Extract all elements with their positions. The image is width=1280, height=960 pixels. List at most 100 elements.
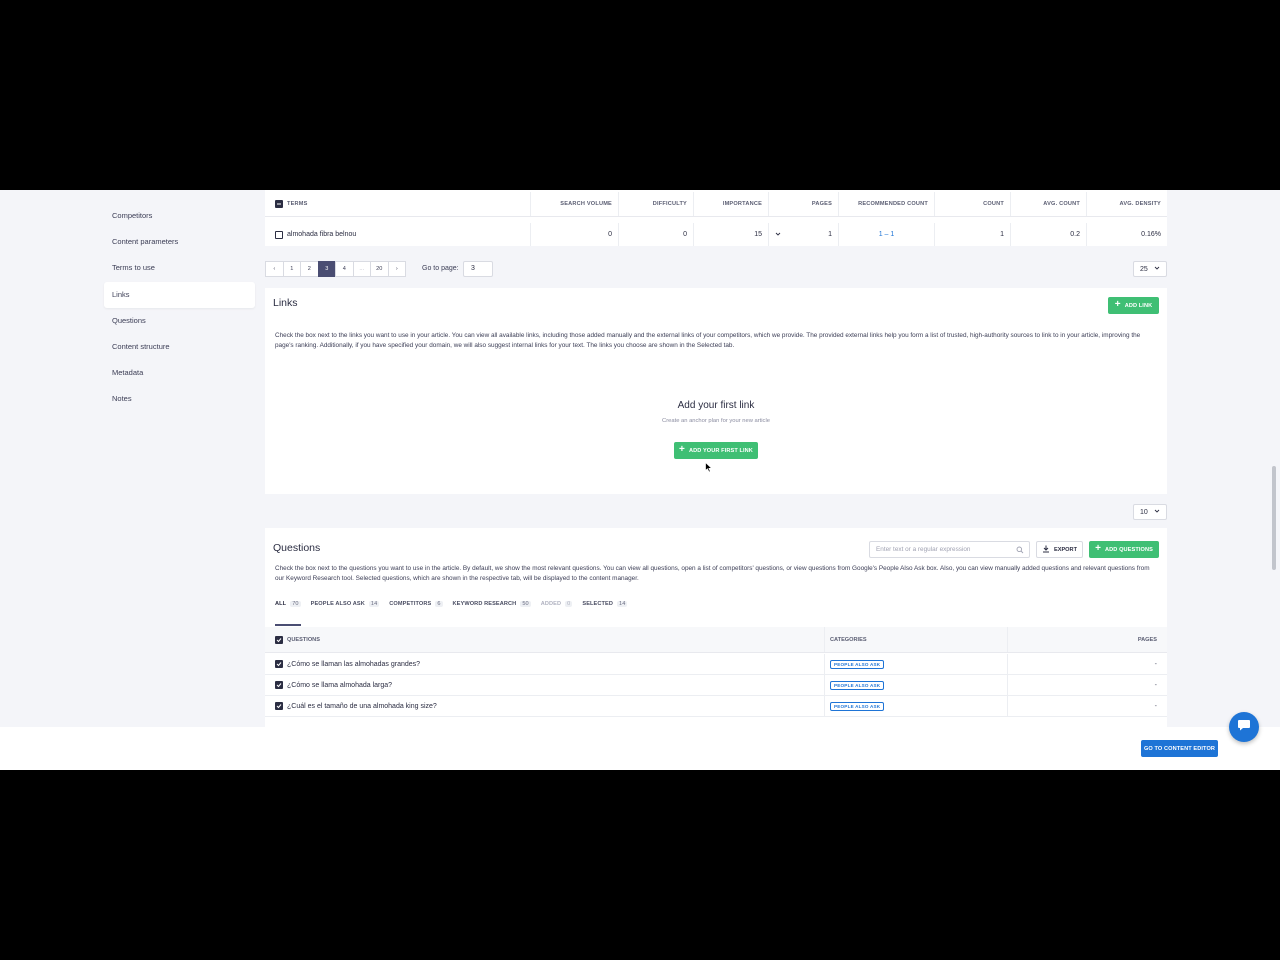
tab-added[interactable]: ADDED 0 [541,601,573,626]
select-all-checkbox[interactable] [275,200,283,208]
terms-per-page-select[interactable]: 25 [1133,261,1167,277]
chat-bubble-icon [1236,717,1252,738]
empty-state-subtitle: Create an anchor plan for your new artic… [662,418,770,424]
page-button-current[interactable]: 3 [317,261,336,277]
links-per-page-select[interactable]: 10 [1133,504,1167,520]
questions-table-header: QUESTIONS CATEGORIES PAGES [265,627,1167,653]
export-button[interactable]: EXPORT [1036,541,1083,558]
table-row: almohada fibra belnou 0 0 15 1 1 – 1 1 0… [265,223,1167,246]
questions-tabs: ALL 70 PEOPLE ALSO ASK 14 COMPETITORS 6 … [275,601,637,626]
pages-cell: - [1154,660,1157,668]
tab-competitors[interactable]: COMPETITORS 6 [389,601,443,626]
category-badge: PEOPLE ALSO ASK [830,659,885,669]
page-button[interactable]: 20 [370,261,389,277]
add-first-link-button[interactable]: + ADD YOUR FIRST LINK [674,442,758,459]
sidebar-nav: Competitors Content parameters Terms to … [104,203,255,413]
page-scrollbar[interactable] [1272,466,1276,570]
category-badge: PEOPLE ALSO ASK [830,701,885,711]
tab-people-also-ask[interactable]: PEOPLE ALSO ASK 14 [311,601,380,626]
links-section: Links + ADD LINK Check the box next to t… [265,288,1167,494]
question-cell: ¿Cómo se llaman las almohadas grandes? [265,654,825,674]
table-row: ¿Cómo se llaman las almohadas grandes? P… [265,654,1167,675]
sidebar-item-competitors[interactable]: Competitors [104,203,255,229]
column-terms[interactable]: TERMS [265,192,531,216]
row-checkbox[interactable] [275,660,283,668]
download-icon [1042,545,1050,555]
sidebar-item-links[interactable]: Links [104,281,255,308]
count-cell: 1 [935,223,1011,246]
chat-widget-button[interactable] [1229,712,1259,742]
page-button[interactable]: 2 [300,261,319,277]
add-link-button[interactable]: + ADD LINK [1108,297,1159,314]
letterbox-bottom [0,770,1280,960]
column-avg-density[interactable]: AVG. DENSITY [1087,192,1167,216]
sidebar-item-metadata[interactable]: Metadata [104,360,255,386]
select-all-checkbox[interactable] [275,635,283,644]
chevron-down-icon [1154,508,1160,516]
chevron-down-icon [1154,265,1160,273]
tab-selected[interactable]: SELECTED 14 [582,601,628,626]
tab-count: 6 [435,601,443,607]
page-ellipsis: ... [352,261,371,277]
column-search-volume[interactable]: SEARCH VOLUME [531,192,619,216]
app-window: Competitors Content parameters Terms to … [0,190,1280,770]
category-cell: PEOPLE ALSO ASK [825,675,1008,695]
page-button[interactable]: 1 [282,261,301,277]
column-pages[interactable]: PAGES [1008,627,1167,652]
column-pages[interactable]: PAGES [769,192,839,216]
pages-cell: - [1154,681,1157,689]
go-to-content-editor-button[interactable]: GO TO CONTENT EDITOR [1141,740,1218,757]
avg-count-cell: 0.2 [1011,223,1087,246]
tab-all[interactable]: ALL 70 [275,601,301,626]
row-checkbox[interactable] [275,681,283,689]
plus-icon: + [679,444,685,455]
category-cell: PEOPLE ALSO ASK [825,696,1008,716]
search-icon [1016,545,1024,560]
row-checkbox[interactable] [275,702,283,710]
question-cell: ¿Cómo se llama almohada larga? [265,675,825,695]
importance-cell: 15 [694,223,769,246]
sidebar-item-terms-to-use[interactable]: Terms to use [104,255,255,281]
goto-page-input[interactable]: 3 [463,261,493,277]
column-importance[interactable]: IMPORTANCE [694,192,769,216]
page-button[interactable]: 4 [335,261,354,277]
next-page-button[interactable]: › [387,261,406,277]
goto-page-label: Go to page: [422,265,459,272]
prev-page-button[interactable]: ‹ [265,261,284,277]
empty-state-title: Add your first link [677,400,755,411]
column-recommended-count[interactable]: RECOMMENDED COUNT [839,192,935,216]
pages-cell: 1 [769,223,839,246]
column-questions[interactable]: QUESTIONS [265,627,825,652]
sidebar-item-questions[interactable]: Questions [104,308,255,334]
tab-count: 50 [520,601,531,607]
column-avg-count[interactable]: AVG. COUNT [1011,192,1087,216]
tab-count: 14 [617,601,628,607]
plus-icon: + [1095,543,1102,554]
column-count[interactable]: COUNT [935,192,1011,216]
tab-keyword-research[interactable]: KEYWORD RESEARCH 50 [453,601,531,626]
search-volume-cell: 0 [531,223,619,246]
footer-bar [0,727,1280,770]
letterbox-top [0,0,1280,190]
column-difficulty[interactable]: DIFFICULTY [619,192,694,216]
sidebar-item-content-structure[interactable]: Content structure [104,334,255,360]
sidebar-item-content-parameters[interactable]: Content parameters [104,229,255,255]
tab-count: 0 [565,601,573,607]
table-row: ¿Cómo se llama almohada larga? PEOPLE AL… [265,675,1167,696]
row-checkbox[interactable] [275,230,283,239]
term-cell: almohada fibra belnou [265,223,531,246]
questions-search-input[interactable]: Enter text or a regular expression [869,541,1030,558]
add-questions-button[interactable]: + ADD QUESTIONS [1089,541,1159,558]
chevron-down-icon[interactable] [775,231,781,239]
questions-section: Questions Enter text or a regular expres… [265,528,1167,727]
table-row: ¿Cuál es el tamaño de una almohada king … [265,696,1167,717]
category-badge: PEOPLE ALSO ASK [830,680,885,690]
avg-density-cell: 0.16% [1141,231,1161,238]
sidebar-item-notes[interactable]: Notes [104,386,255,412]
terms-table-header: TERMS SEARCH VOLUME DIFFICULTY IMPORTANC… [265,192,1167,217]
links-description: Check the box next to the links you want… [275,332,1141,349]
questions-title: Questions [273,542,321,554]
terms-table: TERMS SEARCH VOLUME DIFFICULTY IMPORTANC… [265,190,1167,246]
column-categories[interactable]: CATEGORIES [825,627,1008,652]
links-title: Links [273,297,298,309]
